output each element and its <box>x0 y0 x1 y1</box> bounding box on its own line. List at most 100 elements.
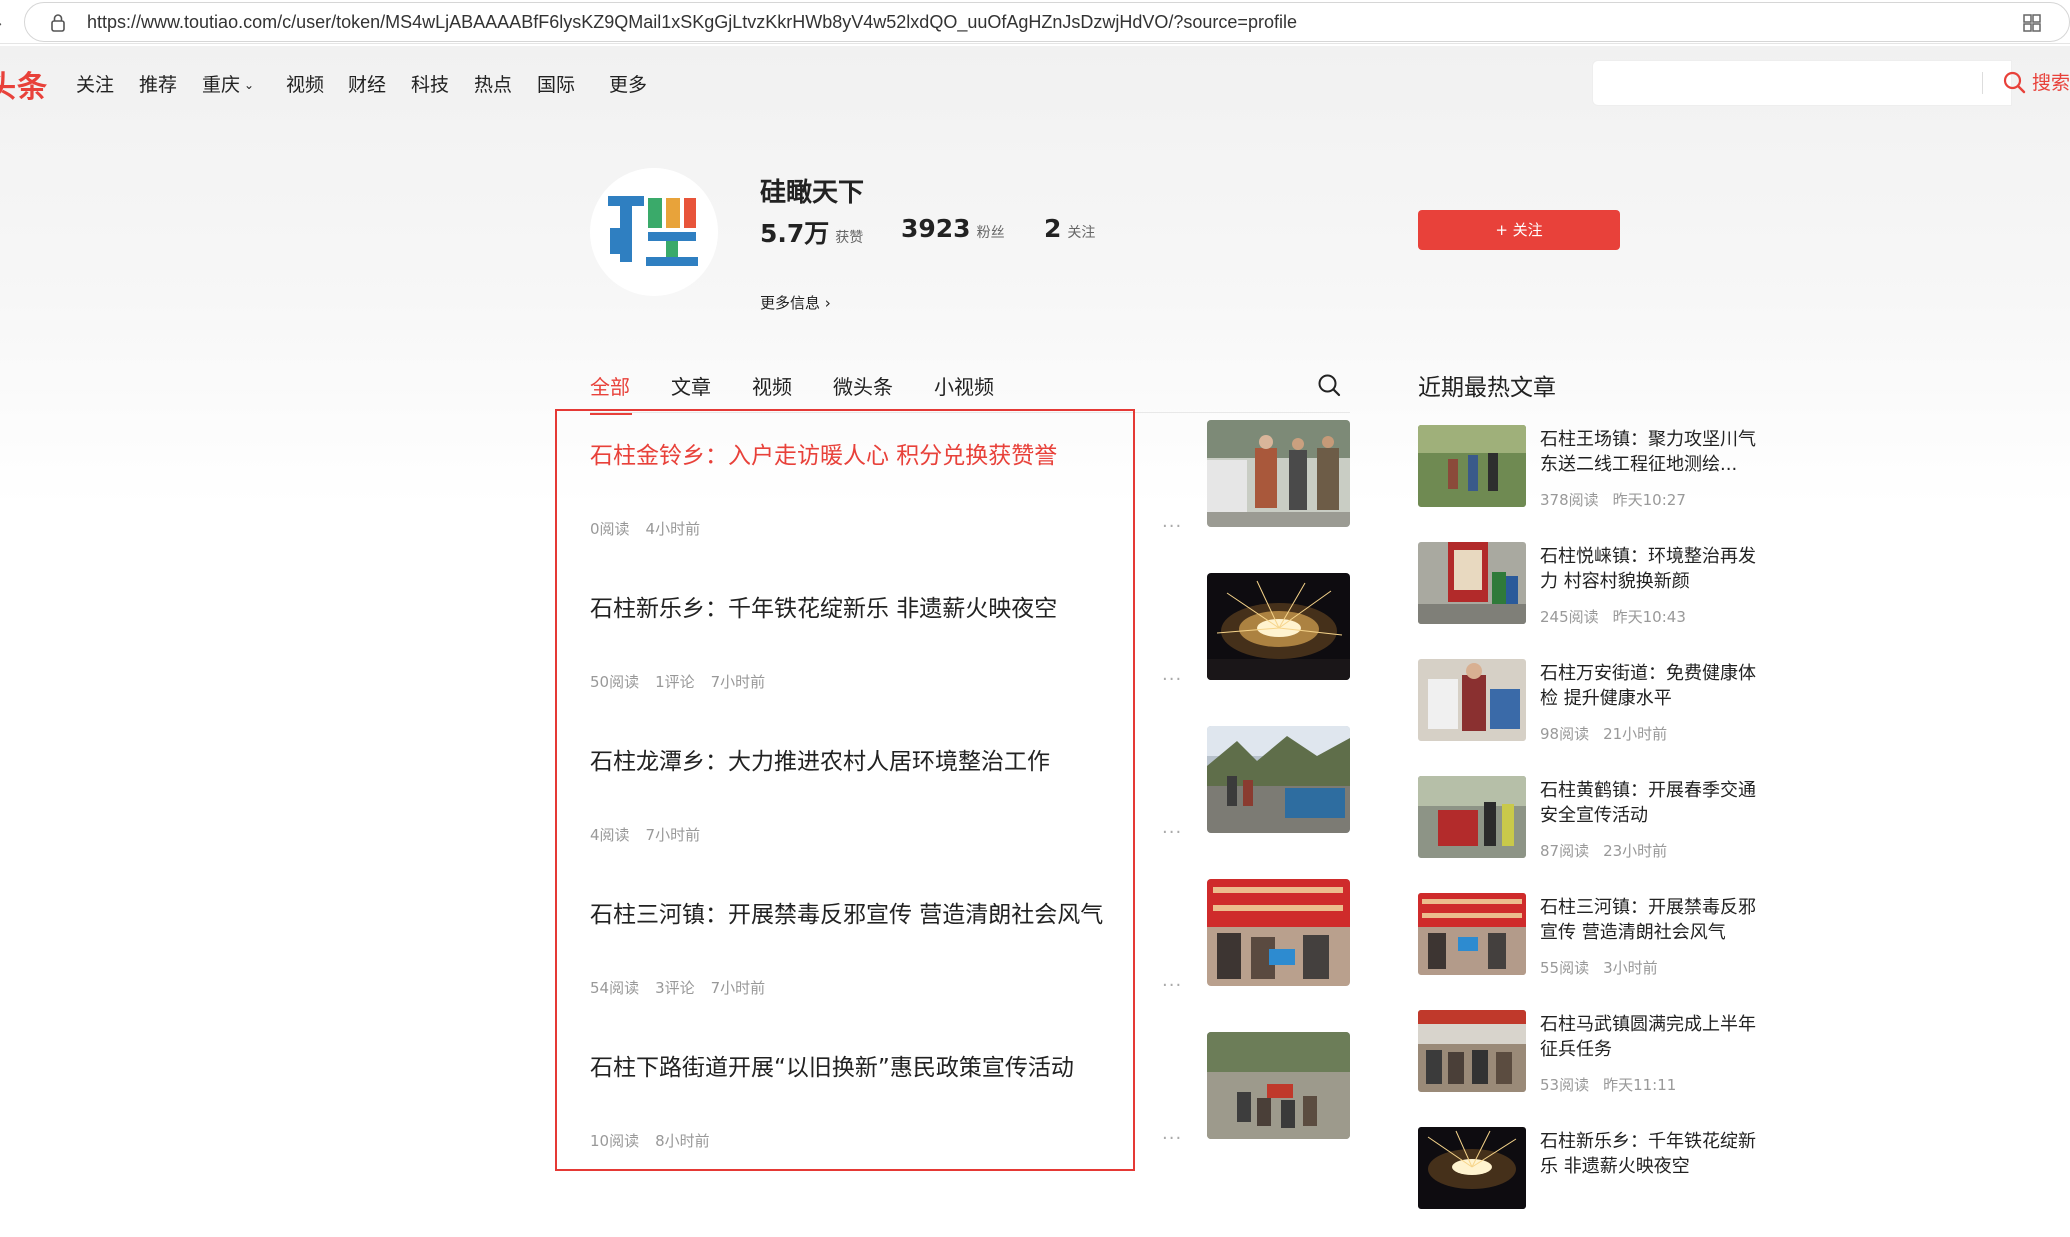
stat-following-label: 关注 <box>1067 225 1096 241</box>
article-time: 8小时前 <box>655 1132 710 1150</box>
sidebar-reads: 245阅读 <box>1540 608 1599 626</box>
article-thumbnail[interactable] <box>1207 420 1350 527</box>
sidebar-article-title[interactable]: 石柱黄鹤镇：开展春季交通安全宣传活动 <box>1540 778 1760 828</box>
nav-item-recommend[interactable]: 推荐 <box>139 70 177 97</box>
search-icon[interactable] <box>2002 70 2026 94</box>
tab-articles[interactable]: 文章 <box>671 371 711 400</box>
more-options-icon[interactable]: ··· <box>1162 669 1182 690</box>
article-title[interactable]: 石柱龙潭乡：大力推进农村人居环境整治工作 <box>590 742 1050 776</box>
article-meta: 4阅读 7小时前 <box>590 824 716 845</box>
more-options-icon[interactable]: ··· <box>1162 822 1182 843</box>
search-input[interactable] <box>1592 60 2012 106</box>
nav-item-city[interactable]: 重庆 ⌄ <box>202 70 254 97</box>
nav-item-international[interactable]: 国际 <box>537 70 575 97</box>
sidebar-thumbnail[interactable] <box>1418 542 1526 624</box>
sidebar-article-meta: 55阅读 3小时前 <box>1540 957 1672 978</box>
article-meta: 0阅读 4小时前 <box>590 518 716 539</box>
sidebar-article[interactable]: 石柱黄鹤镇：开展春季交通安全宣传活动 87阅读 23小时前 <box>1418 776 1758 886</box>
sidebar-article[interactable]: 石柱马武镇圆满完成上半年征兵任务 53阅读 昨天11:11 <box>1418 1010 1758 1120</box>
article-meta: 10阅读 8小时前 <box>590 1130 726 1151</box>
nav-item-city-label: 重庆 <box>202 74 241 96</box>
sidebar-article[interactable]: 石柱三河镇：开展禁毒反邪宣传 营造清朗社会风气 55阅读 3小时前 <box>1418 893 1758 1003</box>
sidebar-article[interactable]: 石柱王场镇：聚力攻坚川气东送二线工程征地测绘... 378阅读 昨天10:27 <box>1418 425 1758 535</box>
sidebar-time: 昨天11:11 <box>1603 1076 1677 1094</box>
nav-item-follow[interactable]: 关注 <box>76 70 114 97</box>
article-card[interactable]: 石柱三河镇：开展禁毒反邪宣传 营造清朗社会风气 54阅读 3评论 7小时前 ··· <box>590 879 1350 1048</box>
sidebar-reads: 53阅读 <box>1540 1076 1590 1094</box>
article-thumbnail[interactable] <box>1207 1032 1350 1139</box>
stat-likes-value: 5.7万 <box>760 219 830 248</box>
stat-fans[interactable]: 3923 粉丝 <box>901 214 1005 243</box>
more-options-icon[interactable]: ··· <box>1162 516 1182 537</box>
article-meta: 54阅读 3评论 7小时前 <box>590 977 781 998</box>
sidebar-thumbnail[interactable] <box>1418 1010 1526 1092</box>
article-time: 4小时前 <box>645 520 701 538</box>
sidebar-article[interactable]: 石柱悦崃镇：环境整治再发力 村容村貌换新颜 245阅读 昨天10:43 <box>1418 542 1758 652</box>
sidebar-thumbnail[interactable] <box>1418 425 1526 507</box>
stat-following-value: 2 <box>1044 214 1062 243</box>
nav-item-video[interactable]: 视频 <box>286 70 324 97</box>
sidebar-article-meta: 87阅读 23小时前 <box>1540 840 1681 861</box>
more-info-link[interactable]: 更多信息 › <box>760 292 831 313</box>
search-icon[interactable] <box>1316 372 1342 398</box>
sidebar-article-title[interactable]: 石柱万安街道：免费健康体检 提升健康水平 <box>1540 661 1760 711</box>
stat-following[interactable]: 2 关注 <box>1044 214 1095 243</box>
sidebar-time: 21小时前 <box>1603 725 1668 743</box>
url-field[interactable]: https://www.toutiao.com/c/user/token/MS4… <box>24 2 2070 42</box>
tab-videos[interactable]: 视频 <box>752 371 792 400</box>
lock-icon[interactable] <box>49 13 67 33</box>
nav-item-tech[interactable]: 科技 <box>411 70 449 97</box>
article-reads: 0阅读 <box>590 520 630 538</box>
stat-likes: 5.7万 获赞 <box>760 214 863 250</box>
nav-item-hot[interactable]: 热点 <box>474 70 512 97</box>
sidebar-thumbnail[interactable] <box>1418 893 1526 975</box>
top-navigation: 头条 关注 推荐 重庆 ⌄ 视频 财经 科技 热点 国际 更多 搜索 <box>0 46 2070 116</box>
sidebar-thumbnail[interactable] <box>1418 776 1526 858</box>
article-thumbnail[interactable] <box>1207 573 1350 680</box>
article-card[interactable]: 石柱下路街道开展“以旧换新”惠民政策宣传活动 10阅读 8小时前 ··· <box>590 1032 1350 1201</box>
sidebar-article-title[interactable]: 石柱马武镇圆满完成上半年征兵任务 <box>1540 1012 1760 1062</box>
follow-button[interactable]: + 关注 <box>1418 210 1620 250</box>
tab-micro-posts[interactable]: 微头条 <box>833 371 893 400</box>
tab-short-videos[interactable]: 小视频 <box>934 371 994 400</box>
sidebar-thumbnail[interactable] <box>1418 659 1526 741</box>
sidebar-article-title[interactable]: 石柱三河镇：开展禁毒反邪宣传 营造清朗社会风气 <box>1540 895 1760 945</box>
tab-all[interactable]: 全部 <box>590 371 630 400</box>
article-card[interactable]: 石柱新乐乡：千年铁花绽新乐 非遗薪火映夜空 50阅读 1评论 7小时前 ··· <box>590 573 1350 742</box>
more-options-icon[interactable]: ··· <box>1162 1128 1182 1149</box>
url-text[interactable]: https://www.toutiao.com/c/user/token/MS4… <box>87 12 1297 33</box>
article-card[interactable]: 石柱金铃乡：入户走访暖人心 积分兑换获赞誉 0阅读 4小时前 ··· <box>590 420 1350 589</box>
sidebar-time: 昨天10:27 <box>1612 491 1686 509</box>
article-thumbnail[interactable] <box>1207 726 1350 833</box>
sidebar-title: 近期最热文章 <box>1418 375 1556 401</box>
nav-item-more[interactable]: 更多 <box>609 70 647 97</box>
sidebar-thumbnail[interactable] <box>1418 1127 1526 1209</box>
nav-item-finance[interactable]: 财经 <box>348 70 386 97</box>
sidebar-time: 23小时前 <box>1603 842 1668 860</box>
article-time: 7小时前 <box>710 673 766 691</box>
article-card[interactable]: 石柱龙潭乡：大力推进农村人居环境整治工作 4阅读 7小时前 ··· <box>590 726 1350 895</box>
article-meta: 50阅读 1评论 7小时前 <box>590 671 781 692</box>
sidebar-article-title[interactable]: 石柱新乐乡：千年铁花绽新乐 非遗薪火映夜空 <box>1540 1129 1760 1179</box>
article-title[interactable]: 石柱三河镇：开展禁毒反邪宣传 营造清朗社会风气 <box>590 895 1103 929</box>
article-title[interactable]: 石柱金铃乡：入户走访暖人心 积分兑换获赞誉 <box>590 436 1057 470</box>
extensions-icon[interactable] <box>2021 12 2043 34</box>
sidebar-article-title[interactable]: 石柱悦崃镇：环境整治再发力 村容村貌换新颜 <box>1540 544 1760 594</box>
stat-likes-label: 获赞 <box>835 230 864 246</box>
sidebar-article[interactable]: 石柱万安街道：免费健康体检 提升健康水平 98阅读 21小时前 <box>1418 659 1758 769</box>
stat-fans-value: 3923 <box>901 214 971 243</box>
article-thumbnail[interactable] <box>1207 879 1350 986</box>
avatar[interactable] <box>590 168 718 296</box>
article-title[interactable]: 石柱新乐乡：千年铁花绽新乐 非遗薪火映夜空 <box>590 589 1057 623</box>
article-reads: 4阅读 <box>590 826 630 844</box>
profile-name: 硅瞰天下 <box>760 178 865 208</box>
sidebar-article[interactable]: 石柱新乐乡：千年铁花绽新乐 非遗薪火映夜空 <box>1418 1127 1758 1237</box>
site-logo[interactable]: 头条 <box>0 62 48 106</box>
avatar-logo-icon <box>590 168 718 296</box>
search-button[interactable]: 搜索 <box>2032 68 2070 95</box>
more-options-icon[interactable]: ··· <box>1162 975 1182 996</box>
more-info-label: 更多信息 <box>760 294 821 312</box>
article-title[interactable]: 石柱下路街道开展“以旧换新”惠民政策宣传活动 <box>590 1048 1074 1082</box>
sidebar-article-title[interactable]: 石柱王场镇：聚力攻坚川气东送二线工程征地测绘... <box>1540 427 1760 477</box>
article-comments: 3评论 <box>655 979 695 997</box>
